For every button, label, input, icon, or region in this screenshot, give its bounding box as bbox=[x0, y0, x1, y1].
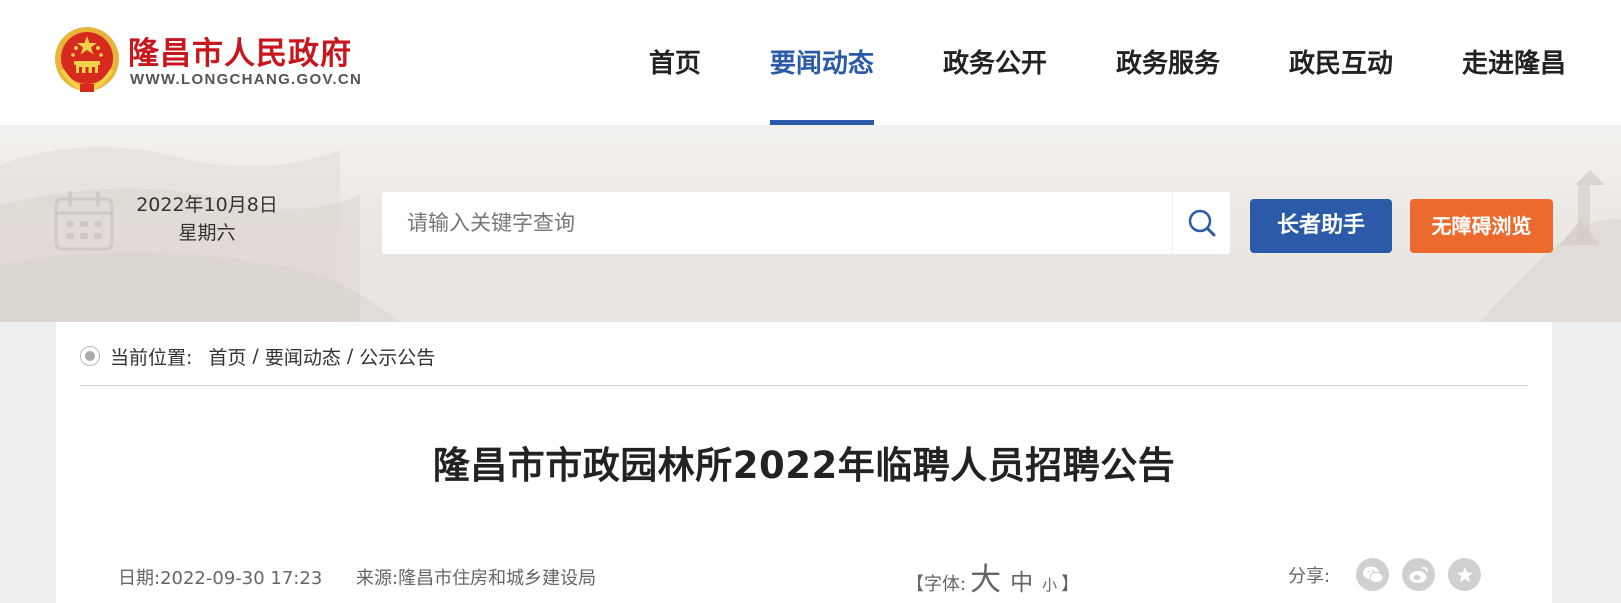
article-source: 来源:隆昌市住房和城乡建设局 bbox=[356, 568, 597, 589]
breadcrumb-label: 当前位置: bbox=[110, 346, 193, 369]
site-name: 隆昌市人民政府 bbox=[128, 36, 352, 72]
search-input[interactable] bbox=[382, 192, 1172, 254]
font-size-large-button[interactable]: 大 bbox=[970, 554, 1001, 599]
share-wechat-button[interactable] bbox=[1356, 558, 1390, 591]
search-icon bbox=[1188, 209, 1216, 237]
share-label: 分享: bbox=[1288, 565, 1331, 587]
breadcrumb: 当前位置: 首页 / 要闻动态 / 公示公告 bbox=[80, 342, 435, 370]
font-size-control: 【字体: 大 中 小 】 bbox=[906, 554, 1079, 599]
breadcrumb-news[interactable]: 要闻动态 bbox=[265, 343, 341, 370]
breadcrumb-divider bbox=[80, 385, 1528, 386]
article-title: 隆昌市市政园林所2022年临聘人员招聘公告 bbox=[432, 444, 1176, 487]
site-logo[interactable]: 隆昌市人民政府 WWW.LONGCHANG.GOV.CN bbox=[54, 24, 394, 96]
nav-gov-affairs-public[interactable]: 政务公开 bbox=[943, 0, 1047, 125]
search-button[interactable] bbox=[1174, 192, 1230, 254]
nav-home[interactable]: 首页 bbox=[649, 0, 701, 125]
font-size-small-button[interactable]: 小 bbox=[1042, 574, 1057, 595]
accessibility-button[interactable]: 无障碍浏览 bbox=[1410, 199, 1553, 253]
site-header: 隆昌市人民政府 WWW.LONGCHANG.GOV.CN 首页 要闻动态 政务公… bbox=[0, 0, 1621, 125]
favorite-star-icon bbox=[1456, 566, 1473, 582]
date-text: 2022年10月8日 bbox=[136, 194, 278, 216]
breadcrumb-announcements[interactable]: 公示公告 bbox=[359, 343, 435, 370]
font-size-close: 】 bbox=[1061, 574, 1080, 595]
wechat-icon bbox=[1362, 566, 1384, 583]
breadcrumb-separator: / bbox=[346, 345, 354, 367]
nav-news[interactable]: 要闻动态 bbox=[769, 0, 874, 125]
search-box bbox=[382, 192, 1230, 254]
share-bar: 分享: bbox=[1288, 558, 1494, 591]
weibo-icon bbox=[1409, 566, 1428, 583]
breadcrumb-separator: / bbox=[252, 345, 259, 367]
site-domain: WWW.LONGCHANG.GOV.CN bbox=[130, 71, 363, 88]
font-size-label: 【字体: bbox=[906, 574, 967, 595]
weekday-text: 星期六 bbox=[178, 222, 236, 244]
elder-assistant-button[interactable]: 长者助手 bbox=[1250, 199, 1392, 253]
current-date: 2022年10月8日 星期六 bbox=[132, 191, 282, 247]
favorite-button[interactable] bbox=[1448, 558, 1482, 591]
nav-gov-services[interactable]: 政务服务 bbox=[1116, 0, 1220, 125]
national-emblem-icon bbox=[55, 27, 119, 93]
location-dot-icon bbox=[80, 346, 100, 366]
share-weibo-button[interactable] bbox=[1402, 558, 1436, 591]
article-meta: 日期:2022-09-30 17:23 来源:隆昌市住房和城乡建设局 bbox=[118, 564, 624, 590]
article-container: 当前位置: 首页 / 要闻动态 / 公示公告 隆昌市市政园林所2022年临聘人员… bbox=[56, 322, 1552, 603]
breadcrumb-home[interactable]: 首页 bbox=[208, 343, 246, 370]
banner: 2022年10月8日 星期六 长者助手 无障碍浏览 bbox=[0, 125, 1621, 322]
article-date: 日期:2022-09-30 17:23 bbox=[118, 568, 323, 589]
calendar-icon bbox=[54, 191, 114, 251]
main-nav: 首页 要闻动态 政务公开 政务服务 政民互动 走进隆昌 bbox=[580, 0, 1566, 125]
nav-interaction[interactable]: 政民互动 bbox=[1289, 0, 1393, 125]
search-divider bbox=[1172, 192, 1173, 254]
nav-about-longchang[interactable]: 走进隆昌 bbox=[1462, 0, 1566, 125]
font-size-medium-button[interactable]: 中 bbox=[1010, 563, 1033, 597]
